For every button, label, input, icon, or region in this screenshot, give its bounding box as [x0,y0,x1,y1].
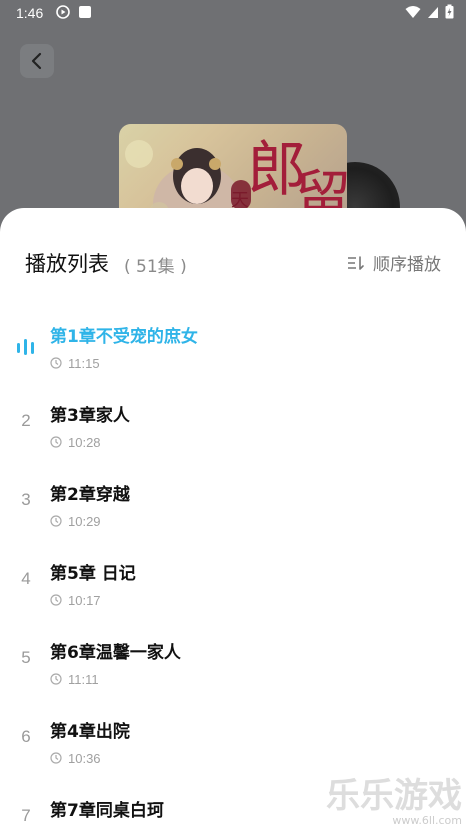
battery-icon [445,4,454,19]
episode-title: 第2章穿越 [50,485,130,505]
episode-index: 3 [21,490,31,509]
episode-duration: 10:28 [68,435,101,450]
episode-duration: 10:36 [68,751,101,766]
episode-duration: 10:29 [68,514,101,529]
episode-title: 第7章同桌白珂 [50,801,164,821]
play-order-label: 顺序播放 [373,255,441,275]
card-icon [79,6,91,18]
episode-index: 5 [21,648,31,667]
media-icon [56,5,70,19]
status-left-icons [56,5,92,19]
episode-duration: 10:17 [68,593,101,608]
episode-count: ( 51集 ) [124,257,187,277]
episode-title: 第3章家人 [50,406,130,426]
wifi-icon [405,5,421,18]
episode-title: 第5章 日记 [50,564,136,584]
back-button[interactable] [20,44,54,78]
episode-item[interactable]: 第1章不受宠的庶女 11:15 [0,314,466,393]
clock-icon [50,752,62,764]
episode-title: 第4章出院 [50,722,130,742]
status-time: 1:46 [16,5,44,21]
play-order-toggle[interactable]: 顺序播放 [347,250,441,275]
episode-index: 7 [21,806,31,825]
episode-index: 2 [21,411,31,430]
signal-icon [428,6,438,18]
episode-title: 第6章温馨一家人 [50,643,181,663]
clock-icon [50,673,62,685]
watermark-logo: 乐乐游戏 www.6ll.com [326,779,462,826]
clock-icon [50,436,62,448]
playlist-sheet: 播放列表 ( 51集 ) 顺序播放 第1章不受宠的庶女 11:15 2 第3章家… [0,208,466,828]
watermark-url: www.6ll.com [392,814,462,827]
episode-duration: 11:15 [68,356,100,371]
clock-icon [50,515,62,527]
episode-index: 6 [21,727,31,746]
episode-title: 第1章不受宠的庶女 [50,327,198,347]
episode-item[interactable]: 5 第6章温馨一家人 11:11 [0,630,466,709]
episode-item[interactable]: 2 第3章家人 10:28 [0,393,466,472]
clock-icon [50,594,62,606]
episode-index: 4 [21,569,31,588]
sort-order-icon [348,255,364,270]
episode-item[interactable]: 3 第2章穿越 10:29 [0,472,466,551]
status-right-icons [405,4,454,19]
playing-indicator-icon [17,339,34,355]
watermark-text: 乐乐游戏 [326,776,462,816]
episode-duration: 11:11 [68,672,99,687]
clock-icon [50,357,62,369]
episode-list: 第1章不受宠的庶女 11:15 2 第3章家人 10:28 3 第2章穿越 10 [0,314,466,828]
back-arrow-icon [31,52,42,70]
playlist-title: 播放列表 [25,252,109,276]
episode-item[interactable]: 4 第5章 日记 10:17 [0,551,466,630]
status-bar: 1:46 [0,0,466,26]
